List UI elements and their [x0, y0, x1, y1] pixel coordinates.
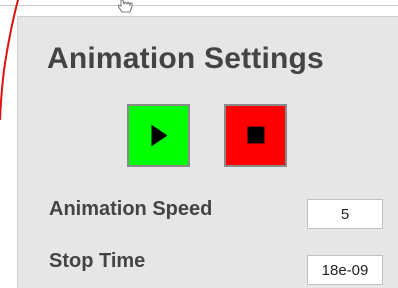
animation-speed-label: Animation Speed — [49, 198, 213, 220]
animation-speed-input[interactable]: 5 — [307, 199, 383, 229]
top-divider — [0, 0, 398, 6]
stop-time-input[interactable]: 18e-09 — [307, 255, 383, 285]
play-icon — [151, 124, 168, 147]
panel-title: Animation Settings — [47, 42, 324, 75]
stop-time-label: Stop Time — [49, 250, 146, 272]
stop-button[interactable] — [224, 104, 287, 167]
play-button[interactable] — [127, 104, 190, 167]
app-canvas: Animation Settings Animation Speed 5 Sto… — [0, 0, 398, 288]
stop-icon — [247, 126, 265, 144]
hand-cursor-icon — [118, 0, 133, 13]
